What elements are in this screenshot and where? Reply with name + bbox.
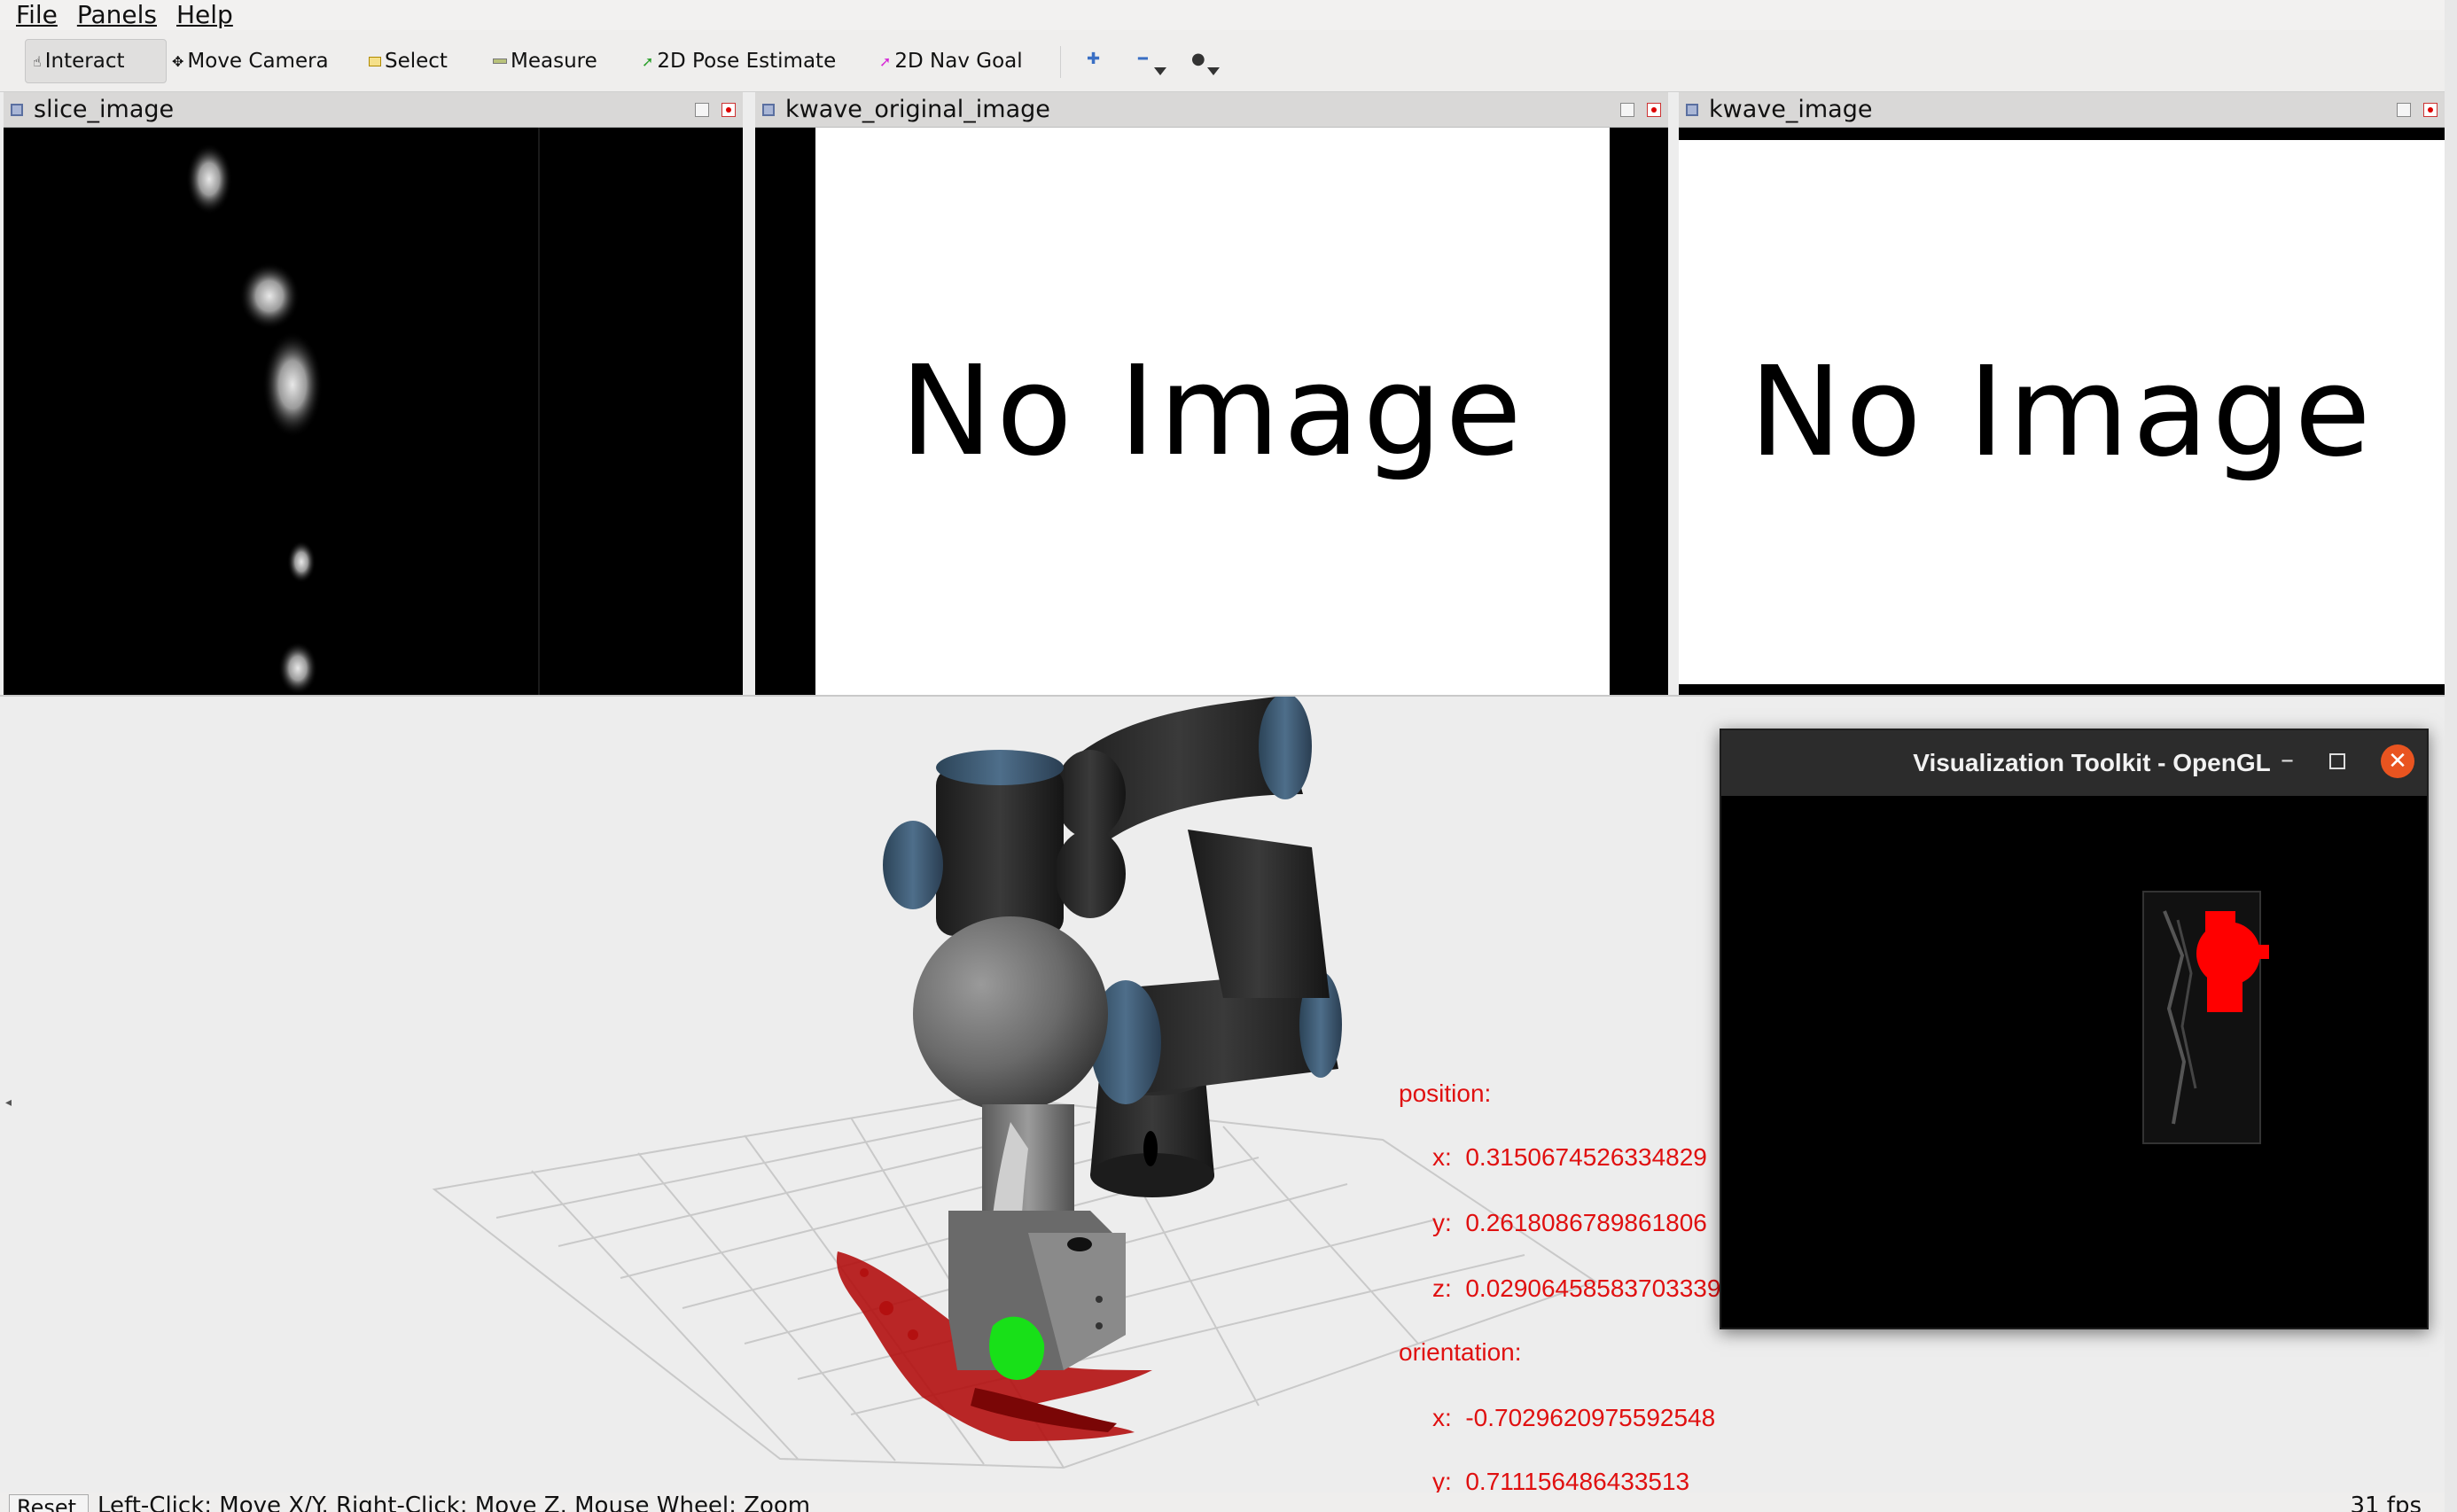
panel-icon (762, 103, 775, 116)
minimize-icon[interactable]: – (2281, 744, 2294, 775)
panel-titlebar[interactable]: kwave_image (1679, 92, 2445, 128)
slice-image-panel: slice_image (4, 92, 743, 695)
close-button[interactable] (722, 103, 736, 117)
panel-title: slice_image (34, 96, 175, 123)
menu-panels[interactable]: Panels (77, 0, 157, 30)
green-arrow-icon: ➚ (642, 52, 654, 70)
tool-properties-icon[interactable]: ● (1191, 50, 1205, 68)
no-image-placeholder: No Image (1679, 140, 2445, 684)
vtk-render-area[interactable] (1721, 796, 2427, 1328)
vtk-window-title: Visualization Toolkit - OpenGL (1913, 749, 2271, 776)
panel-icon (11, 103, 23, 116)
orientation-label: orientation: (1399, 1338, 1522, 1366)
slice-image-view (4, 128, 743, 695)
hand-icon: ☝ (33, 52, 42, 70)
measure-label: Measure (511, 50, 597, 73)
status-hint: Left-Click: Move X/Y. Right-Click: Move … (98, 1493, 811, 1512)
measure-button[interactable]: Measure (486, 39, 597, 83)
panel-titlebar[interactable]: kwave_original_image (755, 92, 1668, 128)
pose-estimate-label: 2D Pose Estimate (657, 50, 837, 73)
interact-tool-button[interactable]: ☝ Interact (25, 39, 167, 83)
select-icon (369, 56, 381, 66)
toolbar: ☝ Interact ✥ Move Camera Select Measure … (0, 30, 2457, 92)
orientation-y-row: y: 0.711156486433513 (1432, 1468, 1689, 1493)
menu-help[interactable]: Help (176, 0, 233, 30)
magenta-arrow-icon: ➚ (879, 52, 892, 70)
close-button[interactable] (2423, 103, 2438, 117)
vtk-window[interactable]: Visualization Toolkit - OpenGL – ✕ (1720, 729, 2429, 1329)
nav-goal-label: 2D Nav Goal (894, 50, 1023, 73)
2d-nav-goal-button[interactable]: ➚ 2D Nav Goal (872, 39, 1023, 83)
orientation-x-row: x: -0.7029620975592548 (1432, 1404, 1716, 1431)
interact-label: Interact (44, 50, 125, 73)
panel-icon (1686, 103, 1698, 116)
kwave-image-panel: kwave_image No Image (1679, 92, 2445, 695)
position-x-value: 0.3150674526334829 (1465, 1143, 1707, 1171)
rviz-window: File Panels Help ☝ Interact ✥ Move Camer… (0, 0, 2457, 1512)
select-button[interactable]: Select (362, 39, 448, 83)
float-button[interactable] (1620, 103, 1634, 117)
position-y-row: y: 0.2618086789861806 (1432, 1209, 1707, 1236)
float-button[interactable] (2397, 103, 2411, 117)
status-bar: Reset Left-Click: Move X/Y. Right-Click:… (0, 1493, 2457, 1512)
orientation-y-value: 0.711156486433513 (1465, 1468, 1690, 1493)
position-z-value: 0.02906458583703339 (1465, 1274, 1721, 1302)
close-button[interactable] (1647, 103, 1661, 117)
float-button[interactable] (695, 103, 709, 117)
move-camera-icon: ✥ (172, 52, 184, 70)
menu-file[interactable]: File (16, 0, 58, 30)
position-z-row: z: 0.02906458583703339 (1432, 1274, 1721, 1302)
reset-button[interactable]: Reset (9, 1494, 89, 1512)
kwave-image-view: No Image (1679, 128, 2445, 695)
kwave-original-image-view: No Image (755, 128, 1668, 695)
maximize-icon[interactable] (2329, 753, 2345, 769)
chevron-down-icon[interactable] (1207, 67, 1220, 75)
background-window-edge (2445, 0, 2457, 1512)
orientation-x-value: -0.7029620975592548 (1465, 1404, 1716, 1431)
move-camera-label: Move Camera (187, 50, 329, 73)
2d-pose-estimate-button[interactable]: ➚ 2D Pose Estimate (635, 39, 836, 83)
ruler-icon (493, 58, 507, 64)
panel-title: kwave_original_image (785, 96, 1050, 123)
no-image-text: No Image (1749, 339, 2375, 485)
move-camera-button[interactable]: ✥ Move Camera (165, 39, 329, 83)
menu-bar: File Panels Help (0, 0, 2457, 30)
fps-counter: 31 fps (2350, 1493, 2422, 1512)
remove-tool-icon[interactable]: ━ (1138, 50, 1148, 68)
panel-titlebar[interactable]: slice_image (4, 92, 743, 128)
add-tool-icon[interactable]: ✚ (1087, 50, 1100, 68)
chevron-down-icon[interactable] (1154, 67, 1166, 75)
collision-sphere (913, 916, 1108, 1111)
no-image-placeholder: No Image (815, 128, 1610, 695)
left-dock-handle-icon[interactable]: ◂ (5, 1095, 12, 1110)
vtk-titlebar[interactable]: Visualization Toolkit - OpenGL – ✕ (1721, 730, 2427, 796)
ultrasound-slice-image (186, 128, 540, 695)
select-label: Select (385, 50, 448, 73)
position-y-value: 0.2618086789861806 (1465, 1209, 1707, 1236)
kwave-original-image-panel: kwave_original_image No Image (755, 92, 1668, 695)
close-icon[interactable]: ✕ (2381, 744, 2414, 778)
position-label: position: (1399, 1079, 1492, 1107)
toolbar-separator (1060, 46, 1061, 78)
no-image-text: No Image (900, 339, 1525, 484)
panel-title: kwave_image (1709, 96, 1873, 123)
position-x-row: x: 0.3150674526334829 (1432, 1143, 1707, 1171)
